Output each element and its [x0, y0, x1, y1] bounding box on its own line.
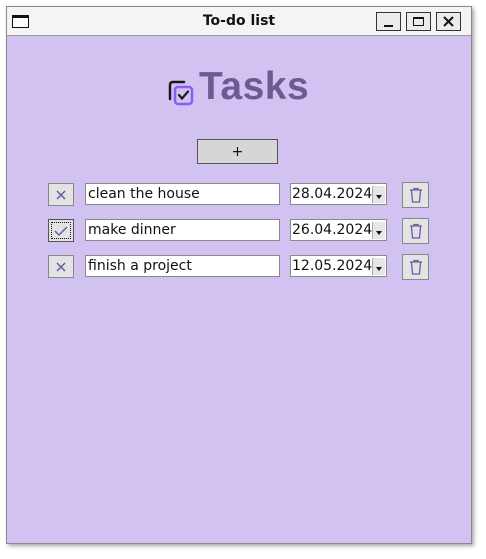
- task-date-value: 12.05.2024: [292, 258, 373, 274]
- trash-icon: [409, 259, 422, 275]
- x-icon: [56, 189, 66, 200]
- title-bar[interactable]: To-do list: [7, 7, 471, 36]
- task-row: clean the house 28.04.2024: [7, 182, 471, 208]
- add-task-button[interactable]: +: [197, 139, 278, 164]
- check-icon: [54, 225, 68, 236]
- x-icon: [56, 261, 66, 272]
- chevron-down-icon[interactable]: [372, 222, 385, 239]
- task-status-button[interactable]: [48, 255, 74, 278]
- task-date-value: 28.04.2024: [292, 186, 373, 202]
- maximize-icon: [413, 17, 424, 26]
- chevron-down-icon[interactable]: [372, 258, 385, 275]
- task-text-field[interactable]: make dinner: [85, 219, 280, 241]
- maximize-button[interactable]: [406, 12, 431, 31]
- task-text-field[interactable]: finish a project: [85, 255, 280, 277]
- close-icon: [443, 16, 454, 27]
- window-title: To-do list: [202, 13, 276, 29]
- minimize-icon: [384, 24, 393, 27]
- task-status-button[interactable]: [48, 183, 74, 206]
- task-date-picker[interactable]: 12.05.2024: [290, 255, 387, 277]
- page-title: Tasks: [199, 65, 310, 108]
- close-button[interactable]: [436, 12, 461, 31]
- task-date-value: 26.04.2024: [292, 222, 373, 238]
- delete-task-button[interactable]: [402, 218, 429, 244]
- app-window: To-do list Tasks + clean the house 28.04…: [6, 6, 472, 544]
- delete-task-button[interactable]: [402, 254, 429, 280]
- task-status-button[interactable]: [48, 219, 74, 242]
- delete-task-button[interactable]: [402, 182, 429, 208]
- task-text-field[interactable]: clean the house: [85, 183, 280, 205]
- trash-icon: [409, 187, 422, 203]
- task-row: finish a project 12.05.2024: [7, 254, 471, 280]
- task-row: make dinner 26.04.2024: [7, 218, 471, 244]
- task-date-picker[interactable]: 28.04.2024: [290, 183, 387, 205]
- task-date-picker[interactable]: 26.04.2024: [290, 219, 387, 241]
- checkbox-logo-icon: [168, 80, 194, 106]
- minimize-button[interactable]: [376, 12, 401, 31]
- trash-icon: [409, 223, 422, 239]
- chevron-down-icon[interactable]: [372, 186, 385, 203]
